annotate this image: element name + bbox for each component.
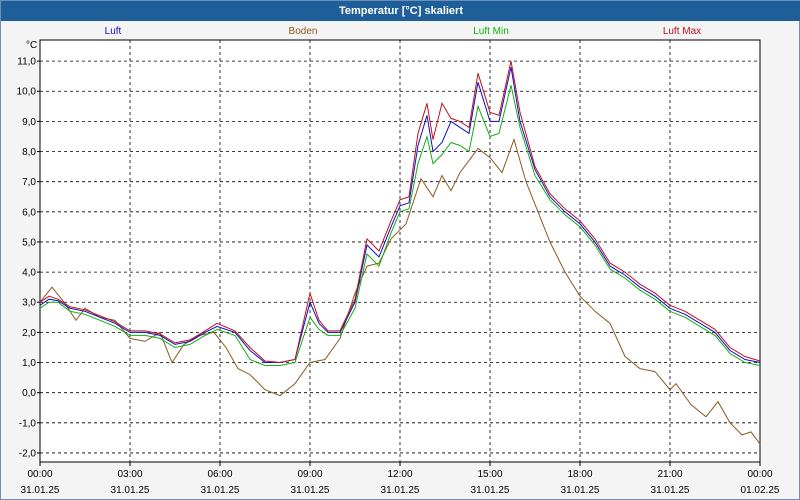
- y-tick-label: 9,0: [22, 117, 36, 128]
- x-tick-date: 31.01.25: [381, 485, 420, 496]
- x-tick-date: 31.01.25: [561, 485, 600, 496]
- y-tick-label: 3,0: [22, 298, 36, 309]
- y-tick-label: 0,0: [22, 388, 36, 399]
- y-tick-label: 7,0: [22, 177, 36, 188]
- y-tick-label: 1,0: [22, 358, 36, 369]
- x-tick-time: 00:00: [747, 469, 772, 480]
- x-tick-date: 01.02.25: [741, 485, 780, 496]
- y-tick-label: 8,0: [22, 147, 36, 158]
- x-tick-date: 31.01.25: [21, 485, 60, 496]
- x-tick-date: 31.01.25: [111, 485, 150, 496]
- y-tick-label: -2,0: [19, 448, 37, 459]
- legend-item: Luft Max: [663, 26, 701, 37]
- y-tick-label: 4,0: [22, 268, 36, 279]
- legend-item: Boden: [289, 26, 318, 37]
- legend: Luft Boden Luft Min Luft Max: [105, 26, 702, 37]
- y-axis-ticks: 11,0 10,0 9,0 8,0 7,0 6,0 5,0 4,0 3,0 2,0 1,0 0,0 -1…: [17, 57, 40, 459]
- x-tick-time: 12:00: [387, 469, 412, 480]
- x-tick-date: 31.01.25: [201, 485, 240, 496]
- x-tick-date: 31.01.25: [651, 485, 690, 496]
- x-axis-ticks: 00:00 31.01.25 03:00 31.01.25 06:00 31.01.25 0…: [21, 462, 780, 496]
- y-tick-label: 5,0: [22, 237, 36, 248]
- y-axis-label: °C: [26, 40, 37, 51]
- y-tick-label: 2,0: [22, 328, 36, 339]
- x-tick-time: 18:00: [567, 469, 592, 480]
- x-tick-date: 31.01.25: [291, 485, 330, 496]
- temperature-chart: Luft Boden Luft Min Luft Max °C 11,0 10,0 9,0…: [17, 26, 780, 496]
- legend-item: Luft: [105, 26, 122, 37]
- legend-item: Luft Min: [473, 26, 509, 37]
- y-tick-label: 10,0: [17, 87, 37, 98]
- x-tick-time: 15:00: [477, 469, 502, 480]
- x-tick-time: 00:00: [27, 469, 52, 480]
- x-tick-time: 09:00: [297, 469, 322, 480]
- y-tick-label: 6,0: [22, 207, 36, 218]
- x-tick-time: 06:00: [207, 469, 232, 480]
- y-tick-label: 11,0: [17, 57, 36, 68]
- x-tick-date: 31.01.25: [471, 485, 510, 496]
- y-tick-label: -1,0: [19, 418, 37, 429]
- x-tick-time: 03:00: [117, 469, 142, 480]
- x-tick-time: 21:00: [657, 469, 682, 480]
